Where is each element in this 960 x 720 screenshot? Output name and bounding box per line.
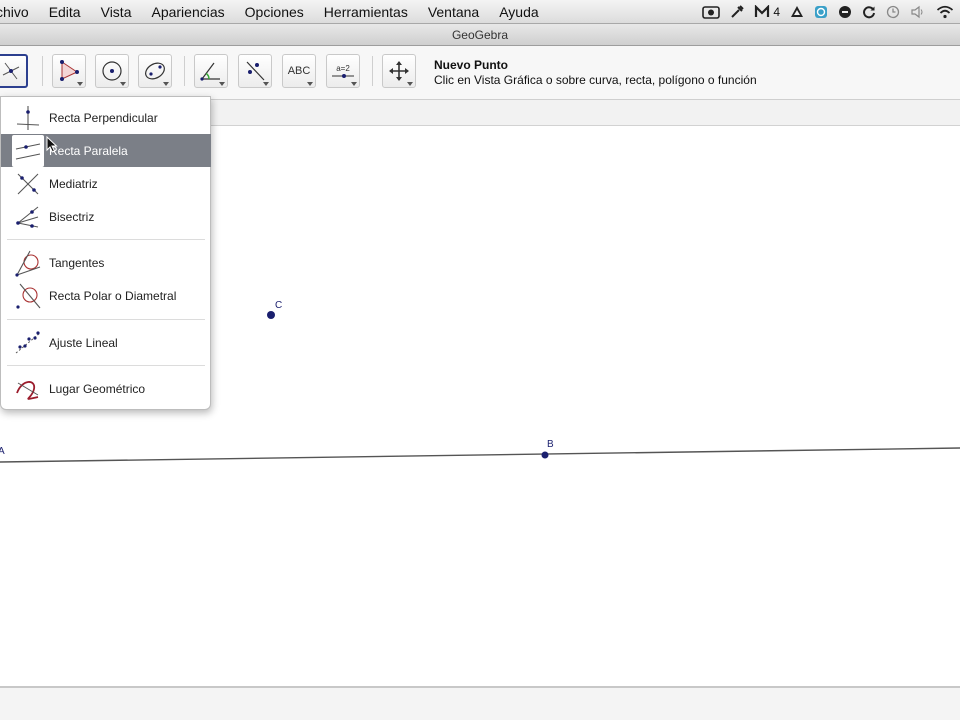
point-b-label: B [547, 439, 554, 450]
sync-icon[interactable] [862, 4, 876, 20]
slider-tool-button[interactable]: a=2 [326, 54, 360, 88]
menu-apariencias[interactable]: Apariencias [141, 0, 234, 24]
perpendicular-bisector-icon [12, 168, 44, 200]
line-ab[interactable] [0, 447, 960, 463]
dd-item-perpendicular[interactable]: Recta Perpendicular [1, 101, 211, 134]
angle-tool-icon [200, 62, 220, 81]
volume-icon[interactable] [910, 4, 926, 20]
conic-tool-icon [145, 62, 165, 80]
polygon-tool-button[interactable] [52, 54, 86, 88]
mouse-cursor-icon [46, 136, 58, 153]
parallel-line-icon [12, 134, 44, 167]
drive-icon[interactable] [790, 4, 804, 20]
reflect-tool-icon [246, 61, 265, 81]
circle-tool-button[interactable] [95, 54, 129, 88]
tool-help-title: Nuevo Punto [434, 58, 508, 72]
menu-edita[interactable]: Edita [39, 0, 91, 24]
dd-label: Lugar Geométrico [49, 381, 146, 396]
tool-help: Nuevo Punto Clic en Vista Gráfica o sobr… [434, 58, 757, 88]
dd-label: Mediatriz [49, 176, 98, 191]
mail-m-icon[interactable]: 4 [754, 4, 780, 20]
text-tool-icon: ABC [287, 65, 311, 77]
perpendicular-line-icon [12, 102, 44, 134]
menu-vista[interactable]: Vista [91, 0, 142, 24]
slider-tool-icon: a=2 [330, 64, 356, 79]
dd-label: Tangentes [49, 255, 105, 270]
polygon-tool-icon [60, 60, 79, 81]
conic-tool-button[interactable] [138, 54, 172, 88]
point-a-label: A [0, 446, 5, 457]
dd-label: Recta Polar o Diametral [49, 288, 177, 303]
dd-item-polar[interactable]: Recta Polar o Diametral [1, 279, 211, 312]
angle-bisector-icon [12, 201, 44, 233]
move-graphics-tool-button[interactable] [382, 54, 416, 88]
dd-item-bisectriz[interactable]: Bisectriz [1, 200, 211, 233]
point-b[interactable] [541, 451, 549, 459]
tangents-icon [12, 247, 44, 279]
best-fit-line-icon [12, 327, 44, 359]
menu-ventana[interactable]: Ventana [418, 0, 489, 24]
dd-item-ajuste[interactable]: Ajuste Lineal [1, 326, 211, 359]
dd-item-mediatriz[interactable]: Mediatriz [1, 167, 211, 200]
dd-item-parallel[interactable]: Recta Paralela [1, 134, 211, 167]
circle-tool-icon [102, 61, 122, 81]
window-title: GeoGebra [451, 28, 509, 42]
locus-icon [12, 373, 44, 405]
menu-archivo[interactable]: chivo [0, 0, 39, 24]
menu-bar: chivo Edita Vista Apariencias Opciones H… [0, 0, 960, 24]
dd-label: Bisectriz [49, 209, 95, 224]
menu-opciones[interactable]: Opciones [235, 0, 314, 24]
toolbar: ABC a=2 Nuevo Punto Clic en Vista Gráfic… [0, 46, 960, 100]
angle-tool-button[interactable] [194, 54, 228, 88]
tool-help-text: Clic en Vista Gráfica o sobre curva, rec… [434, 73, 757, 87]
dd-label: Recta Perpendicular [49, 110, 158, 125]
tool-dropdown-menu: Recta Perpendicular Recta Paralela Media… [0, 96, 211, 410]
input-bar[interactable] [0, 686, 960, 720]
reflect-tool-button[interactable] [238, 54, 272, 88]
mail-count: 4 [773, 5, 780, 19]
move-tool-icon [2, 62, 20, 80]
point-c-label: C [275, 300, 282, 311]
text-tool-button[interactable]: ABC [282, 54, 316, 88]
clock-badge-icon[interactable] [814, 4, 828, 20]
dd-label: Ajuste Lineal [49, 335, 118, 350]
camera-icon[interactable] [702, 4, 721, 20]
dd-label: Recta Paralela [49, 143, 128, 158]
dd-item-tangentes[interactable]: Tangentes [1, 246, 211, 279]
wifi-icon[interactable] [936, 4, 954, 20]
menu-ayuda[interactable]: Ayuda [489, 0, 548, 24]
dd-item-lugar[interactable]: Lugar Geométrico [1, 372, 211, 405]
time-machine-icon[interactable] [886, 4, 900, 20]
move-tool-button[interactable] [0, 54, 28, 88]
record-icon[interactable] [838, 4, 852, 20]
menu-herramientas[interactable]: Herramientas [314, 0, 418, 24]
window-title-bar: GeoGebra [0, 24, 960, 46]
status-area: 4 [702, 0, 960, 24]
point-c[interactable] [267, 311, 275, 319]
polar-line-icon [12, 280, 44, 312]
tools-icon[interactable] [730, 4, 745, 20]
move-graphics-tool-icon [389, 61, 409, 81]
